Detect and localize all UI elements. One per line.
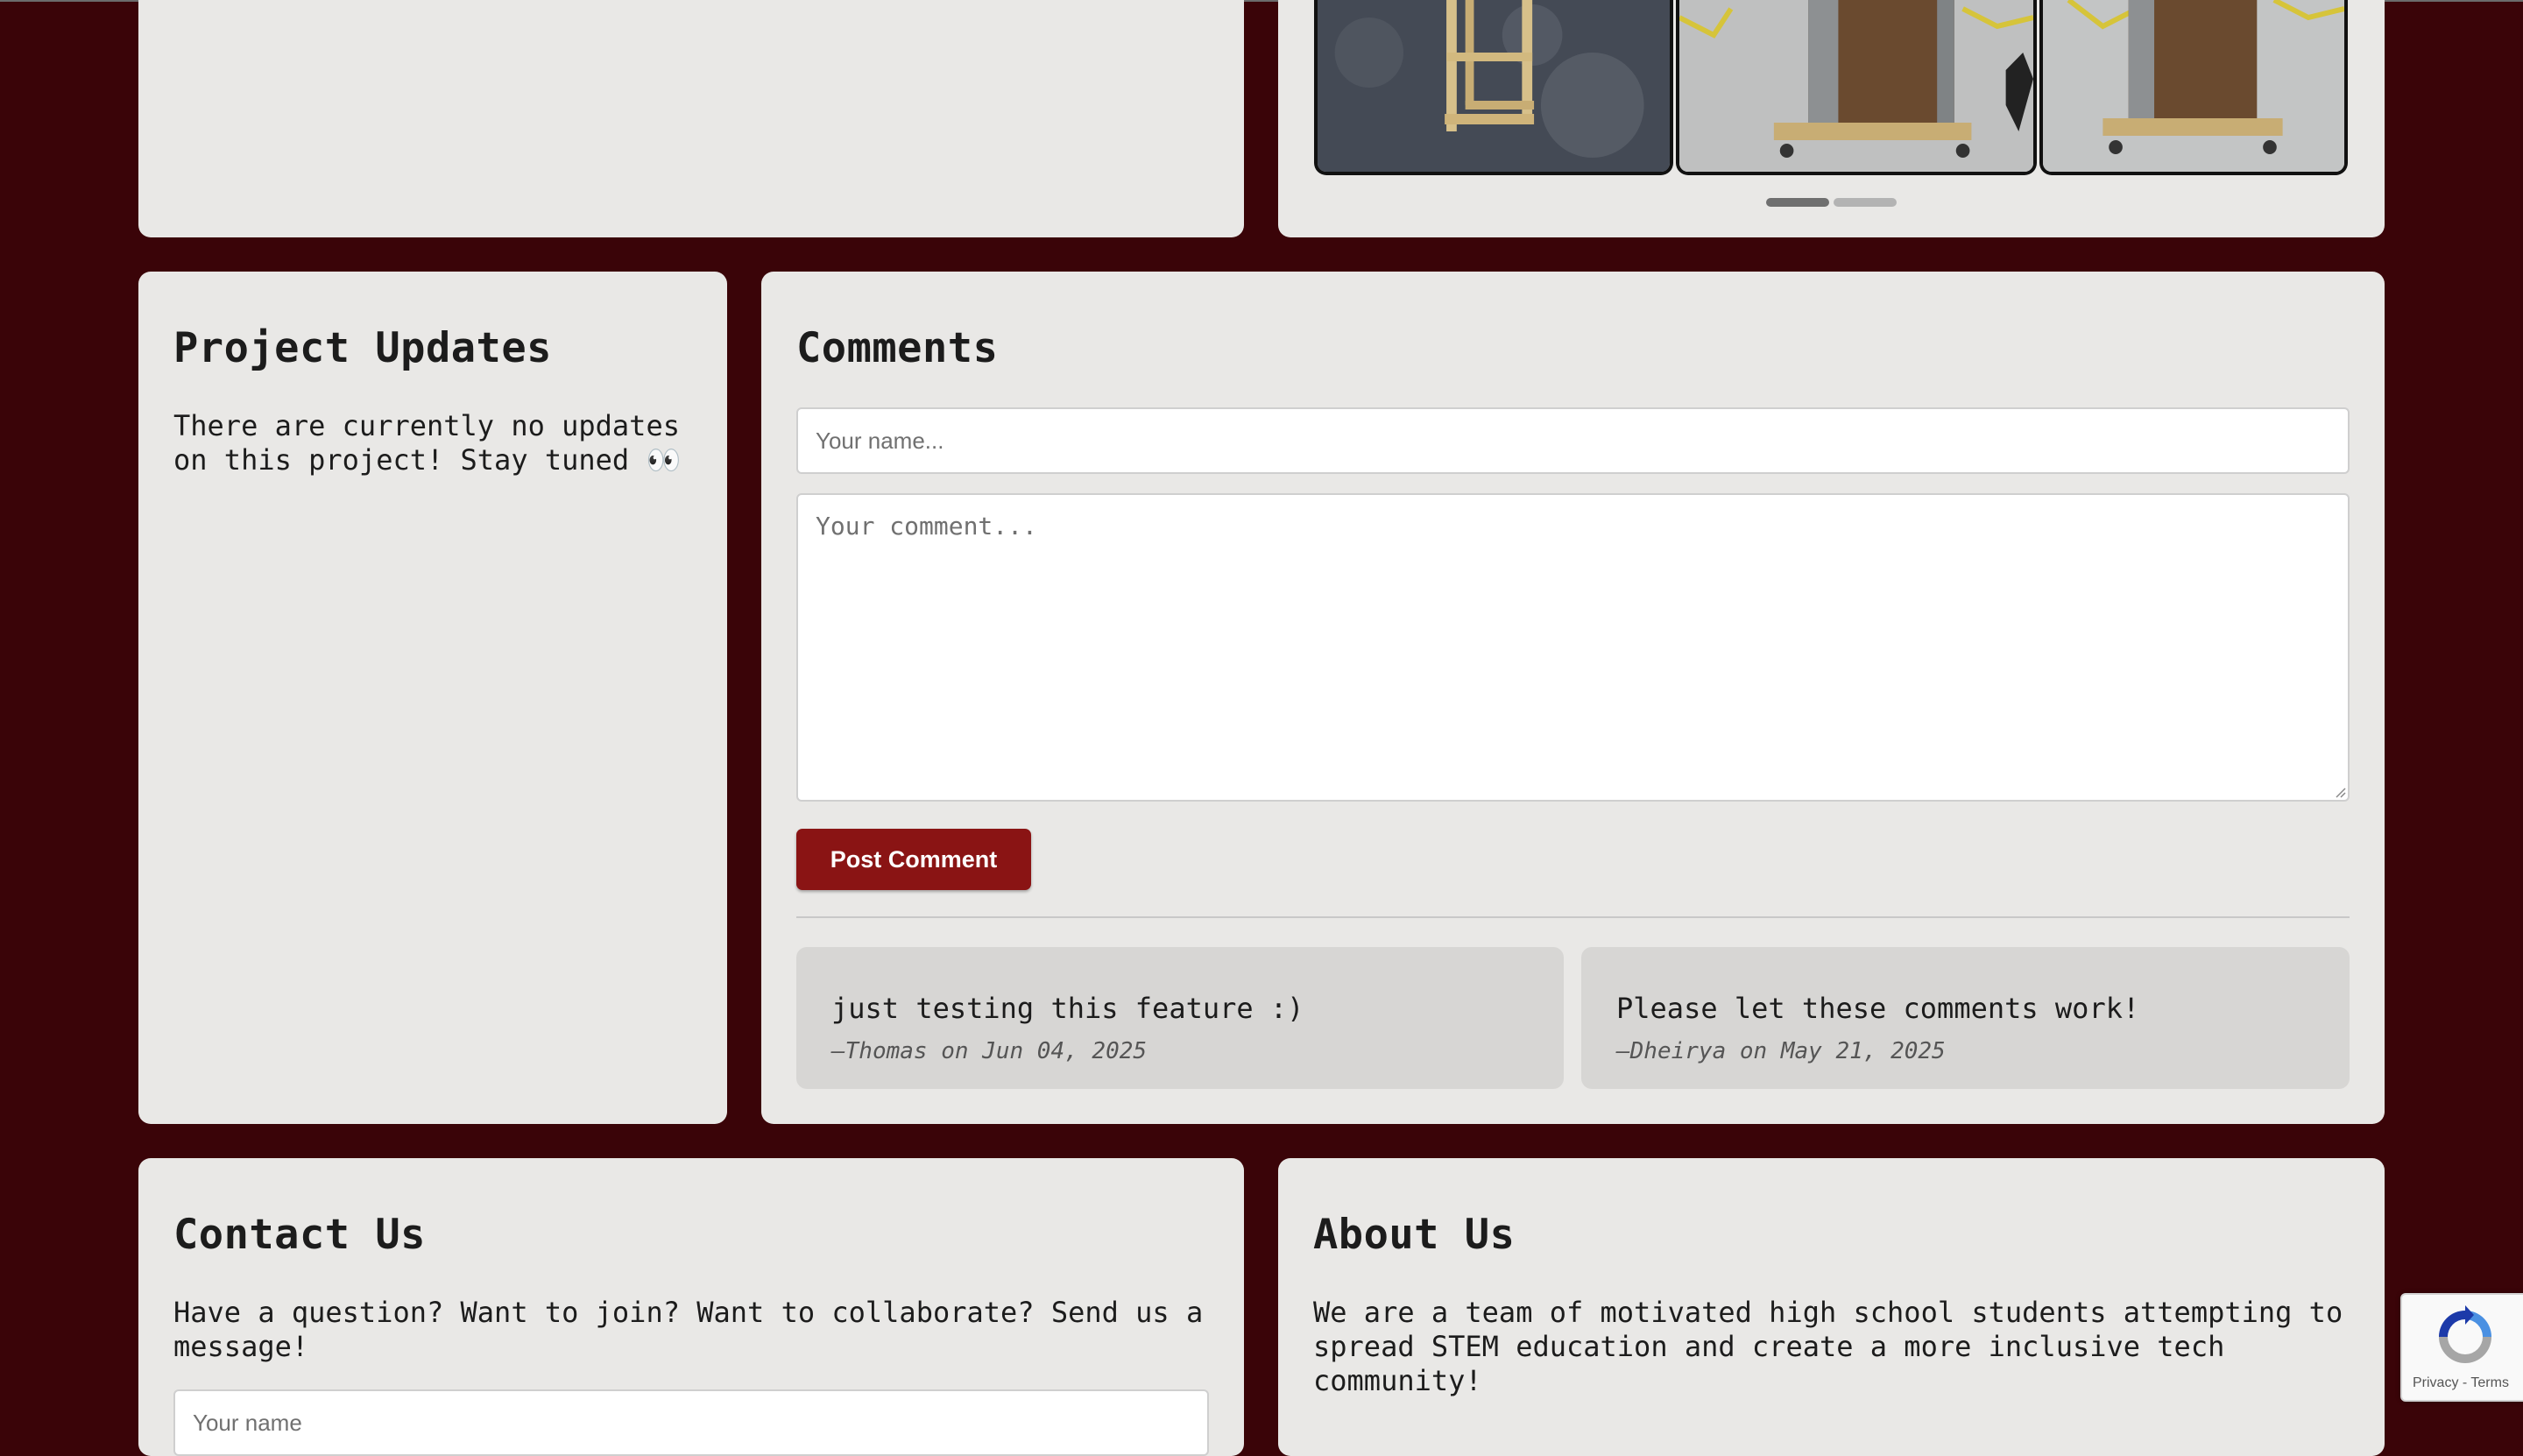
comment-item: just testing this feature :) —Thomas on … (796, 947, 1564, 1089)
about-text: We are a team of motivated high school s… (1313, 1296, 2343, 1397)
gallery-image-3[interactable] (2039, 0, 2348, 175)
project-updates-text: There are currently no updates on this p… (173, 409, 682, 477)
comments-divider (796, 916, 2350, 918)
comments-card: Comments Your name... Your comment... Po… (761, 272, 2385, 1124)
recaptcha-badge[interactable]: Privacy - Terms (2400, 1293, 2523, 1402)
resize-grip-icon[interactable] (2334, 786, 2346, 798)
post-comment-button[interactable]: Post Comment (796, 829, 1031, 890)
project-updates-title: Project Updates (173, 324, 552, 372)
project-updates-card: Project Updates There are currently no u… (138, 272, 727, 1124)
comment-text: just testing this feature :) (831, 992, 1304, 1025)
carousel-dot-1[interactable] (1766, 198, 1829, 207)
contact-text: Have a question? Want to join? Want to c… (173, 1296, 1204, 1363)
contact-title: Contact Us (173, 1211, 426, 1259)
recaptcha-terms-link[interactable]: Privacy - Terms (2413, 1375, 2509, 1391)
about-title: About Us (1313, 1211, 1516, 1259)
gallery-image-2[interactable] (1676, 0, 2037, 175)
gallery-image-1[interactable] (1314, 0, 1673, 175)
comment-text-input[interactable]: Your comment... (796, 493, 2350, 802)
comment-name-input[interactable]: Your name... (796, 407, 2350, 474)
contact-card: Contact Us Have a question? Want to join… (138, 1158, 1244, 1456)
comment-text-placeholder: Your comment... (816, 512, 1037, 541)
recaptcha-icon (2439, 1305, 2491, 1363)
comment-item: Please let these comments work! —Dheirya… (1581, 947, 2350, 1089)
comment-meta: —Dheirya on May 21, 2025 (1616, 1038, 1946, 1064)
about-card: About Us We are a team of motivated high… (1278, 1158, 2385, 1456)
comment-text: Please let these comments work! (1616, 992, 2140, 1025)
project-info-card (138, 0, 1244, 237)
contact-name-input[interactable]: Your name (173, 1389, 1209, 1456)
comment-meta: —Thomas on Jun 04, 2025 (831, 1038, 1148, 1064)
comments-title: Comments (796, 324, 999, 372)
carousel-dot-2[interactable] (1834, 198, 1897, 207)
